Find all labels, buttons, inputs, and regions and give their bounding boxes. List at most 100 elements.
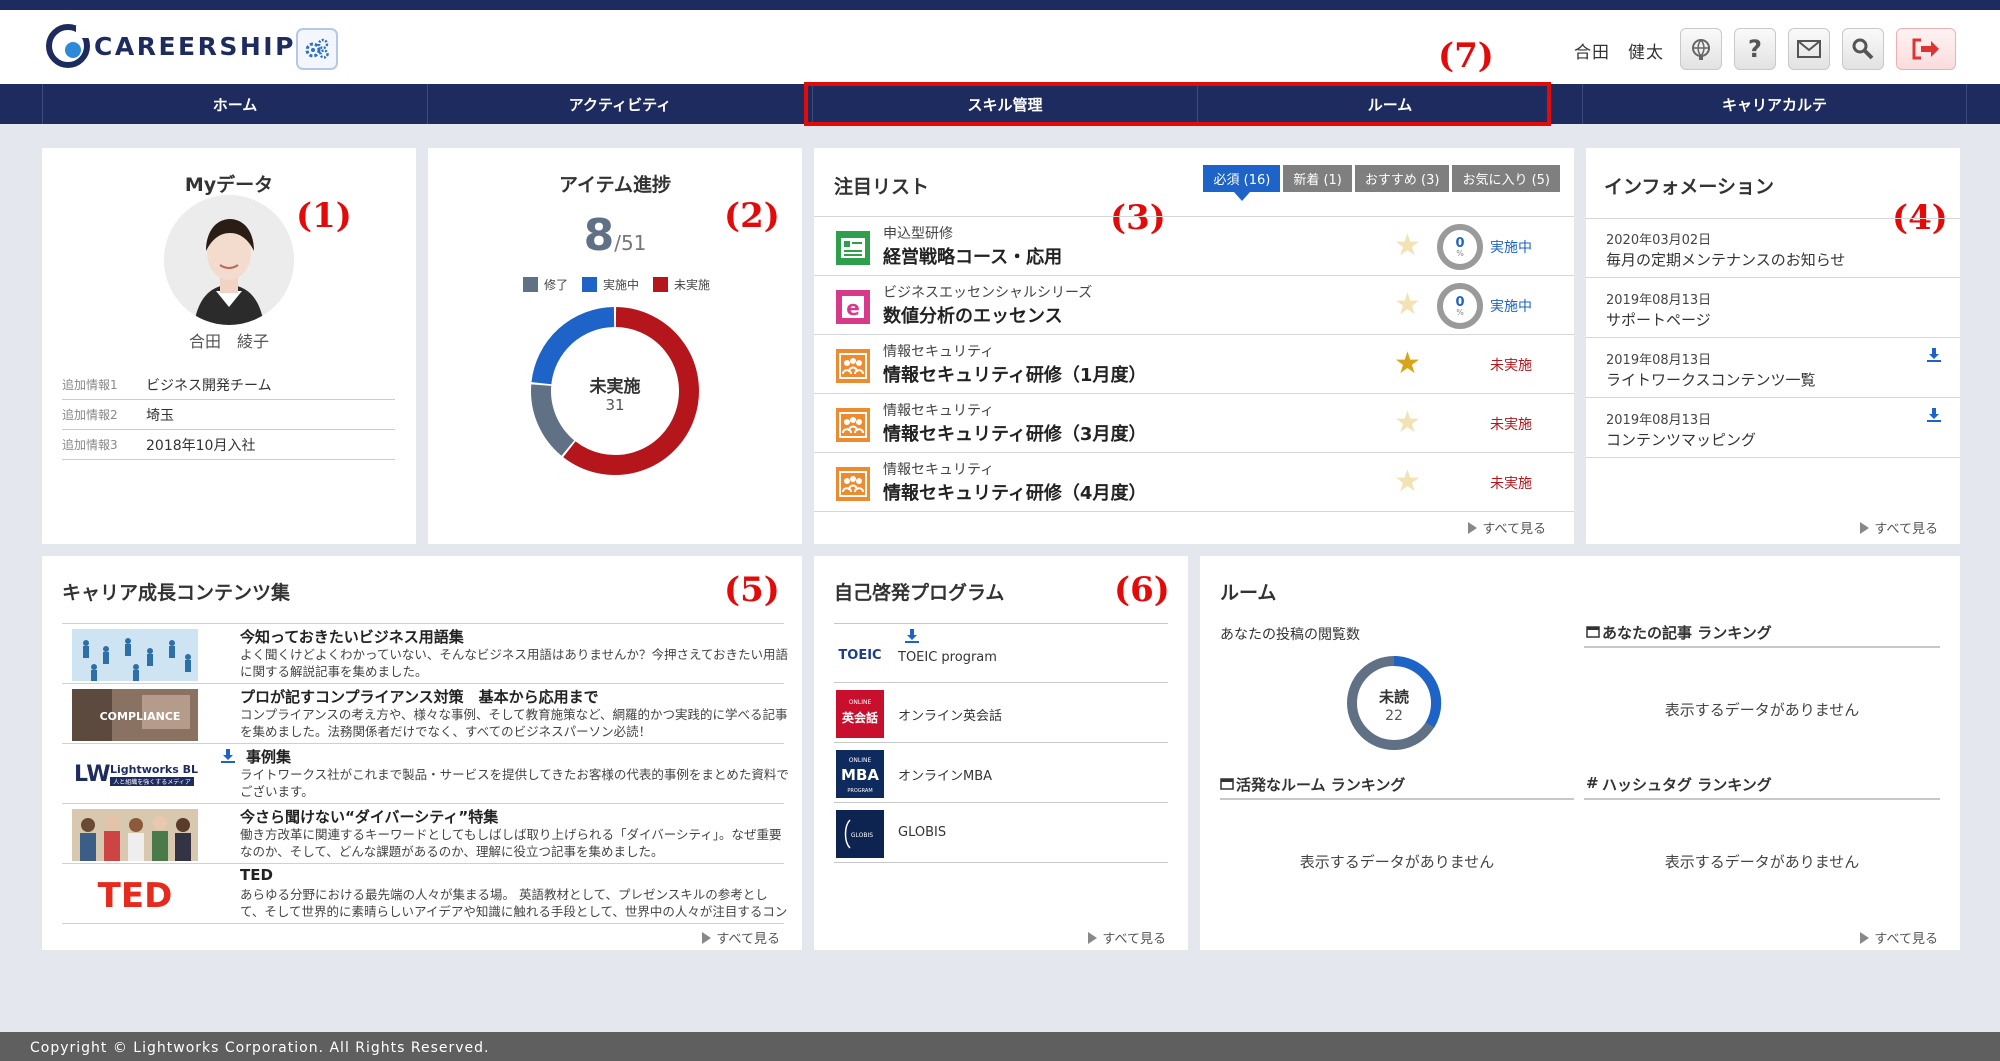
item-status: 未実施 xyxy=(1490,417,1532,433)
progress-legend: 修了 実施中 未実施 xyxy=(523,276,710,293)
item-title[interactable]: 情報セキュリティ研修（1月度） xyxy=(883,361,1146,387)
svg-text:TOEIC: TOEIC xyxy=(838,648,881,663)
info-item-title[interactable]: 毎月の定期メンテナンスのお知らせ xyxy=(1606,249,1845,270)
attention-see-all-link[interactable]: すべて見る xyxy=(1468,518,1546,537)
unread-label: 未読 xyxy=(1378,688,1409,706)
avatar[interactable] xyxy=(164,195,294,325)
program-item[interactable]: ONLINE MBA PROGRAM オンラインMBA xyxy=(834,744,1168,803)
help-button[interactable]: ? xyxy=(1734,28,1776,70)
content-item[interactable]: 今さら聞けない“ダイバーシティ”特集 働き方改革に関連するキーワードとしてもしば… xyxy=(62,804,784,864)
favorite-star-icon[interactable]: ★ xyxy=(1394,467,1421,497)
nav-career-karte[interactable]: キャリアカルテ xyxy=(1582,84,1967,124)
progress-ring: 0% xyxy=(1437,283,1483,329)
list-item[interactable]: 情報セキュリティ 情報セキュリティ研修（3月度） ★ 未実施 xyxy=(814,394,1574,453)
tab-recommended[interactable]: おすすめ (3) xyxy=(1354,165,1450,192)
svg-text:英会話: 英会話 xyxy=(842,710,878,725)
favorite-star-icon[interactable]: ★ xyxy=(1394,408,1421,438)
list-item[interactable]: 情報セキュリティ 情報セキュリティ研修（4月度） ★ 未実施 xyxy=(814,453,1574,512)
logo-mark-icon xyxy=(46,24,90,68)
info-item[interactable]: 2019年08月13日 サポートページ xyxy=(1586,279,1960,338)
content-title[interactable]: 今さら聞けない“ダイバーシティ”特集 xyxy=(240,806,498,827)
info-item[interactable]: 2019年08月13日 コンテンツマッピング xyxy=(1586,399,1960,458)
nav-highlight-box xyxy=(804,82,1551,126)
logout-icon xyxy=(1912,38,1939,60)
favorite-star-icon[interactable]: ★ xyxy=(1394,290,1421,320)
program-item[interactable]: GLOBIS GLOBIS xyxy=(834,804,1168,863)
user-photo-icon xyxy=(164,195,294,325)
item-status: 未実施 xyxy=(1490,476,1532,492)
info-date: 2020年03月02日 xyxy=(1606,233,1712,248)
download-icon[interactable] xyxy=(1926,407,1942,423)
program-item[interactable]: ONLINE 英会話 オンライン英会話 xyxy=(834,684,1168,743)
search-button[interactable] xyxy=(1842,28,1884,70)
download-icon[interactable] xyxy=(220,748,236,764)
progress-count: 8/51 xyxy=(428,210,802,261)
program-label[interactable]: GLOBIS xyxy=(898,825,946,840)
content-description: コンプライアンスの考え方や、様々な事例、そして教育施策など、網羅的かつ実践的に学… xyxy=(240,707,788,739)
annotation-6: (6) xyxy=(1114,570,1170,610)
svg-text:LW: LW xyxy=(74,762,111,787)
favorite-star-icon[interactable]: ★ xyxy=(1394,349,1421,379)
nav-activity[interactable]: アクティビティ xyxy=(427,84,812,124)
info-item-title[interactable]: ライトワークスコンテンツ一覧 xyxy=(1606,369,1816,390)
nav-home[interactable]: ホーム xyxy=(42,84,427,124)
info-item-title[interactable]: サポートページ xyxy=(1606,309,1711,330)
admin-settings-button[interactable] xyxy=(296,28,338,70)
content-description: ライトワークス社がこれまで製品・サービスを提供してきたお客様の代表的事例をまとめ… xyxy=(240,767,789,799)
career-see-all-link[interactable]: すべて見る xyxy=(702,928,780,947)
room-see-all-link[interactable]: すべて見る xyxy=(1860,928,1938,947)
content-title[interactable]: プロが記すコンプライアンス対策 基本から応用まで xyxy=(240,686,599,707)
item-title[interactable]: 経営戦略コース・応用 xyxy=(883,243,1062,269)
item-title[interactable]: 情報セキュリティ研修（3月度） xyxy=(883,420,1146,446)
mail-icon xyxy=(1797,40,1821,58)
selfdev-panel: 自己啓発プログラム (6) TOEIC TOEIC program ONLINE… xyxy=(814,556,1188,950)
attention-title: 注目リスト xyxy=(834,176,930,198)
hashtag-icon: # xyxy=(1586,774,1599,792)
item-title[interactable]: 数値分析のエッセンス xyxy=(883,302,1063,328)
info-row: 追加情報2 埼玉 xyxy=(62,400,395,430)
program-label[interactable]: TOEIC program xyxy=(898,650,997,665)
item-title[interactable]: 情報セキュリティ研修（4月度） xyxy=(883,479,1146,505)
selfdev-title: 自己啓発プログラム xyxy=(834,582,1005,604)
info-item[interactable]: 2019年08月13日 ライトワークスコンテンツ一覧 xyxy=(1586,339,1960,398)
tab-new[interactable]: 新着 (1) xyxy=(1283,165,1352,192)
tab-required[interactable]: 必須 (16) xyxy=(1203,165,1281,201)
content-item[interactable]: LWLightworks BLOG 人と組織を強くするメディア 事例集 ライトワー… xyxy=(62,744,789,804)
donut-center-label: 未実施 xyxy=(589,377,641,397)
list-item[interactable]: 申込型研修 経営戦略コース・応用 ★ 0% 実施中 xyxy=(814,217,1574,276)
article-ranking-title: あなたの記事 ランキング xyxy=(1602,624,1772,642)
info-item-title[interactable]: コンテンツマッピング xyxy=(1606,429,1756,450)
info-see-all-link[interactable]: すべて見る xyxy=(1860,518,1938,537)
content-title[interactable]: 今知っておきたいビジネス用語集 xyxy=(240,626,464,647)
careership-logo[interactable]: CAREERSHIP xyxy=(46,24,296,68)
window-icon xyxy=(1220,778,1234,790)
content-item[interactable]: 今知っておきたいビジネス用語集 よく聞くけどよくわかっていない、そんなビジネス用… xyxy=(62,624,788,684)
download-icon[interactable] xyxy=(904,628,920,644)
info-item[interactable]: 2020年03月02日 毎月の定期メンテナンスのお知らせ xyxy=(1586,219,1960,278)
program-label[interactable]: オンライン英会話 xyxy=(898,705,1002,724)
content-item[interactable]: COMPLIANCE プロが記すコンプライアンス対策 基本から応用まで コンプラ… xyxy=(62,684,788,744)
language-button[interactable] xyxy=(1680,28,1722,70)
footer: Copyright © Lightworks Corporation. All … xyxy=(0,1032,2000,1061)
content-title[interactable]: TED xyxy=(240,866,273,884)
user-name[interactable]: 合田 健太 xyxy=(1574,38,1664,63)
info-key: 追加情報1 xyxy=(62,378,118,392)
messages-button[interactable] xyxy=(1788,28,1830,70)
download-icon[interactable] xyxy=(1926,347,1942,363)
svg-text:COMPLIANCE: COMPLIANCE xyxy=(100,710,181,723)
list-item[interactable]: 情報セキュリティ 情報セキュリティ研修（1月度） ★ 未実施 xyxy=(814,335,1574,394)
tab-favorites[interactable]: お気に入り (5) xyxy=(1452,165,1560,192)
program-label[interactable]: オンラインMBA xyxy=(898,765,992,784)
content-title[interactable]: 事例集 xyxy=(246,746,291,767)
group-training-icon xyxy=(836,467,870,501)
list-item[interactable]: e ビジネスエッセンシャルシリーズ 数値分析のエッセンス ★ 0% 実施中 xyxy=(814,276,1574,335)
logout-button[interactable] xyxy=(1896,28,1956,70)
user-display-name: 合田 綾子 xyxy=(188,332,269,351)
svg-text:TED: TED xyxy=(98,876,173,916)
group-training-icon xyxy=(836,349,870,383)
selfdev-see-all-link[interactable]: すべて見る xyxy=(1088,928,1166,947)
favorite-star-icon[interactable]: ★ xyxy=(1394,231,1421,261)
content-item[interactable]: TED TED あらゆる分野における最先端の人々が集まる場。 英語教材として、プ… xyxy=(62,864,787,924)
annotation-5: (5) xyxy=(724,570,780,610)
program-item[interactable]: TOEIC TOEIC program xyxy=(834,624,1168,683)
